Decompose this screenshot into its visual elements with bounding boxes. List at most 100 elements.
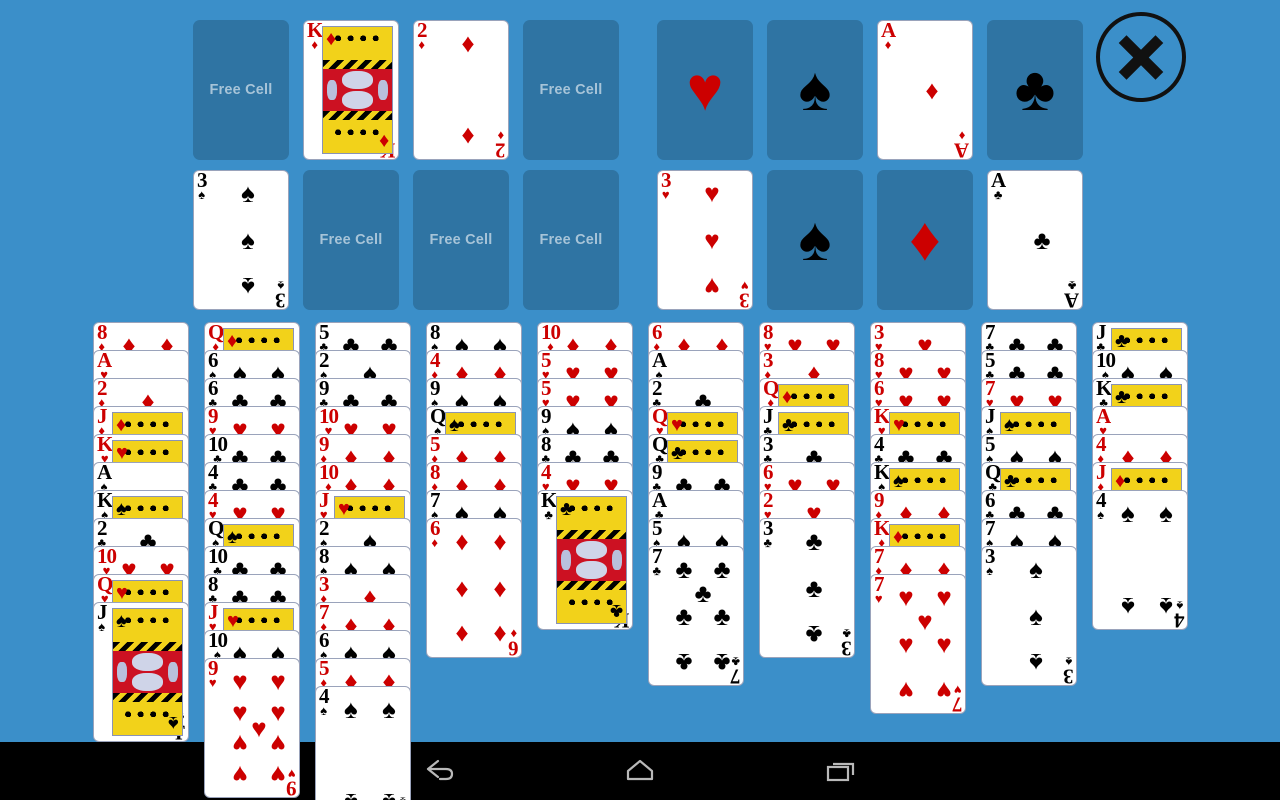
card-corner-top: J♠ — [985, 407, 995, 437]
suit-pip: ♣ — [714, 650, 731, 676]
tableau-column-2[interactable]: 5♣5♣♣♣♣♣♣2♠2♠♠♠9♣9♣♣♣♣♣♣♣♣♣♣10♥10♥♥♥♥♥♥♥… — [315, 322, 411, 800]
suit-pip: ♦ — [493, 575, 506, 601]
card-corner-top: 4♠ — [1096, 491, 1106, 521]
court-suit-pip: ♥ — [671, 415, 683, 435]
free-cell-slot-6[interactable]: Free Cell — [413, 170, 509, 310]
foundation-card-7[interactable]: A♣A♣♣ — [987, 170, 1083, 310]
tableau-card-5-8[interactable]: 7♣7♣♣♣♣♣♣♣♣ — [648, 546, 744, 686]
card-corner-top: 5♦ — [319, 659, 329, 689]
free-cell-slot-0[interactable]: Free Cell — [193, 20, 289, 160]
suit-pip: ♣ — [714, 603, 731, 629]
nav-recents-button[interactable] — [740, 742, 940, 800]
court-suit-pip: ♦ — [326, 29, 336, 49]
tableau-column-6[interactable]: 8♥8♥♥♥♥♥♥♥♥♥3♦3♦♦♦♦Q♦Q♦♦♦J♣J♣♣♣3♣3♣♣♣♣6♥… — [759, 322, 855, 658]
suit-pip: ♣ — [1033, 227, 1050, 253]
free-cell-card-1[interactable]: K♦K♦♦♦ — [303, 20, 399, 160]
card-corner-top: 9♥ — [208, 659, 218, 689]
court-suit-pip: ♣ — [610, 601, 623, 621]
suit-pip: ♥ — [936, 584, 951, 610]
card-corner-top: 3♥ — [874, 323, 884, 353]
card-corner-top: J♥ — [319, 491, 329, 521]
suit-pip: ♥ — [232, 668, 247, 694]
suit-pip: ♥ — [898, 631, 913, 657]
card-corner-top: K♦ — [307, 21, 322, 51]
foundation-suit-icon: ♠ — [799, 59, 832, 121]
court-card-art: ♠♠ — [112, 608, 183, 736]
tableau-card-6-7[interactable]: 3♣3♣♣♣♣ — [759, 518, 855, 658]
card-corner-top: 3♠ — [985, 547, 995, 577]
tableau-column-0[interactable]: 8♦8♦♦♦♦♦♦♦♦♦A♥A♥♥2♦2♦♦♦J♦J♦♦♦K♥K♥♥♥A♠A♠♠… — [93, 322, 189, 742]
suit-pip: ♣ — [805, 575, 822, 601]
foundation-card-4[interactable]: 3♥3♥♥♥♥ — [657, 170, 753, 310]
suit-pip: ♥ — [270, 668, 285, 694]
free-cell-card-4[interactable]: 3♠3♠♠♠♠ — [193, 170, 289, 310]
foundation-slot-3[interactable]: ♣ — [987, 20, 1083, 160]
card-pips: ♦♦ — [434, 25, 502, 155]
court-suit-pip: ♥ — [227, 611, 239, 631]
court-suit-pip: ♠ — [227, 527, 238, 547]
tableau-card-8-8[interactable]: 3♠3♠♠♠♠ — [981, 546, 1077, 686]
tableau-column-5[interactable]: 6♦6♦♦♦♦♦♦♦A♠A♠♠2♣2♣♣♣Q♥Q♥♥♥Q♣Q♣♣♣9♣9♣♣♣♣… — [648, 322, 744, 686]
card-corner-top: A♥ — [97, 351, 111, 381]
free-cell-slot-3[interactable]: Free Cell — [523, 20, 619, 160]
tableau-card-2-13[interactable]: 4♠4♠♠♠♠♠ — [315, 686, 411, 800]
tableau-column-7[interactable]: 3♥3♥♥♥♥8♥8♥♥♥♥♥♥♥♥♥6♥6♥♥♥♥♥♥♥K♥K♥♥♥4♣4♣♣… — [870, 322, 966, 714]
court-suit-pip: ♠ — [168, 713, 179, 733]
card-corner-top: K♣ — [1096, 379, 1111, 409]
free-cell-slot-5[interactable]: Free Cell — [303, 170, 399, 310]
card-corner-top: 6♥ — [763, 463, 773, 493]
foundation-slot-1[interactable]: ♠ — [767, 20, 863, 160]
card-corner-top: 7♣ — [985, 323, 995, 353]
card-corner-top: 2♠ — [319, 519, 329, 549]
tableau-card-0-10[interactable]: J♠J♠♠♠ — [93, 602, 189, 742]
card-corner-top: 9♦ — [319, 435, 329, 465]
card-corner-top: 6♣ — [985, 491, 995, 521]
card-corner-top: K♥ — [97, 435, 112, 465]
suit-pip: ♣ — [714, 556, 731, 582]
nav-home-button[interactable] — [540, 742, 740, 800]
card-corner-top: 7♥ — [874, 575, 884, 605]
card-corner-top: 2♦ — [97, 379, 107, 409]
tableau-column-1[interactable]: Q♦Q♦♦♦6♠6♠♠♠♠♠♠♠6♣6♣♣♣♣♣♣♣9♥9♥♥♥♥♥♥♥♥♥♥1… — [204, 322, 300, 798]
suit-pip: ♥ — [270, 699, 285, 725]
tableau-card-9-6[interactable]: 4♠4♠♠♠♠♠ — [1092, 490, 1188, 630]
free-cell-slot-7[interactable]: Free Cell — [523, 170, 619, 310]
card-pips: ♠♠♠ — [1002, 551, 1070, 681]
card-corner-top: 5♥ — [541, 379, 551, 409]
tableau-card-3-7[interactable]: 6♦6♦♦♦♦♦♦♦ — [426, 518, 522, 658]
card-pips: ♦ — [898, 25, 966, 155]
tableau-column-3[interactable]: 8♠8♠♠♠♠♠♠♠♠♠4♦4♦♦♦♦♦9♠9♠♠♠♠♠♠♠♠♠♠Q♠Q♠♠♠5… — [426, 322, 522, 658]
card-corner-top: Q♥ — [97, 575, 112, 605]
suit-pip: ♠ — [241, 274, 255, 300]
court-suit-pip: ♦ — [379, 131, 389, 151]
card-corner-top: J♣ — [1096, 323, 1106, 353]
suit-pip: ♥ — [704, 227, 719, 253]
tableau-column-9[interactable]: J♣J♣♣♣10♠10♠♠♠♠♠♠♠♠♠♠♠K♣K♣♣♣A♥A♥♥4♦4♦♦♦♦… — [1092, 322, 1188, 630]
recents-icon — [820, 751, 860, 791]
suit-pip: ♠ — [1121, 594, 1135, 620]
card-corner-top: Q♣ — [985, 463, 1000, 493]
tableau-card-7-9[interactable]: 7♥7♥♥♥♥♥♥♥♥ — [870, 574, 966, 714]
card-pips: ♥♥♥ — [678, 175, 746, 305]
tableau-card-4-6[interactable]: K♣K♣♣♣ — [537, 490, 633, 630]
court-suit-pip: ♣ — [1115, 387, 1128, 407]
card-corner-top: 7♠ — [985, 519, 995, 549]
tableau-card-1-12[interactable]: 9♥9♥♥♥♥♥♥♥♥♥♥ — [204, 658, 300, 798]
tableau-column-4[interactable]: 10♦10♦♦♦♦♦♦♦♦♦♦♦5♥5♥♥♥♥♥♥5♥5♥♥♥♥♥♥9♠9♠♠♠… — [537, 322, 633, 630]
card-corner-top: 3♦ — [763, 351, 773, 381]
free-cell-label: Free Cell — [539, 82, 602, 98]
foundation-card-2[interactable]: A♦A♦♦ — [877, 20, 973, 160]
card-corner-top: Q♠ — [430, 407, 445, 437]
foundation-slot-0[interactable]: ♥ — [657, 20, 753, 160]
close-button[interactable] — [1096, 12, 1186, 102]
court-card-art: ♣♣ — [556, 496, 627, 624]
card-corner-top: A♥ — [1096, 407, 1110, 437]
tableau-column-8[interactable]: 7♣7♣♣♣♣♣♣♣♣5♣5♣♣♣♣♣♣7♥7♥♥♥♥♥♥♥♥J♠J♠♠♠5♠5… — [981, 322, 1077, 686]
free-cell-card-2[interactable]: 2♦2♦♦♦ — [413, 20, 509, 160]
foundation-suit-icon: ♦ — [909, 209, 941, 271]
card-corner-top: 2♣ — [652, 379, 662, 409]
card-corner-top: J♣ — [763, 407, 773, 437]
free-cell-label: Free Cell — [539, 232, 602, 248]
foundation-slot-6[interactable]: ♦ — [877, 170, 973, 310]
foundation-slot-5[interactable]: ♠ — [767, 170, 863, 310]
